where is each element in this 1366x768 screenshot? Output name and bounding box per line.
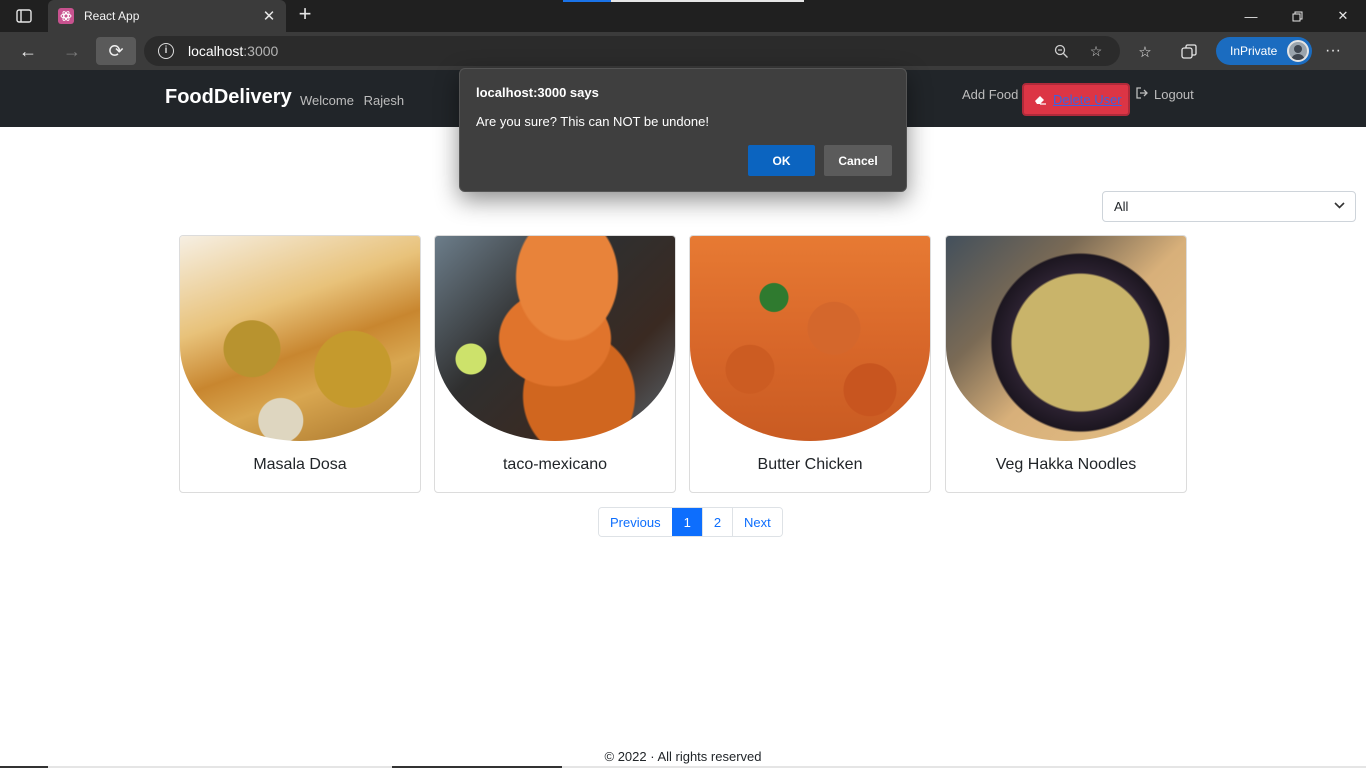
url-host: localhost bbox=[188, 43, 244, 59]
address-bar[interactable]: i localhost:3000 ☆ bbox=[144, 36, 1120, 66]
more-icon[interactable]: ··· bbox=[1325, 42, 1341, 60]
window-controls: — ✕ bbox=[1228, 0, 1366, 32]
food-title: taco-mexicano bbox=[502, 456, 608, 473]
plus-icon[interactable]: + bbox=[294, 3, 316, 26]
browser-tab-bar: React App ✕ + — ✕ bbox=[0, 0, 1366, 32]
star-plus-icon[interactable]: ☆ bbox=[1087, 42, 1105, 60]
pagination-previous[interactable]: Previous bbox=[599, 508, 672, 536]
restore-icon[interactable] bbox=[1274, 0, 1320, 32]
ok-button[interactable]: OK bbox=[748, 145, 815, 176]
food-card[interactable]: Veg Hakka Noodles bbox=[945, 235, 1187, 493]
eraser-icon bbox=[1034, 94, 1047, 105]
arrow-left-icon[interactable]: ← bbox=[13, 37, 43, 65]
delete-user-button[interactable]: Delete User bbox=[1022, 83, 1130, 116]
avatar bbox=[1287, 40, 1309, 62]
window-close-icon[interactable]: ✕ bbox=[1320, 0, 1366, 32]
tab-title: React App bbox=[84, 9, 140, 23]
food-card[interactable]: Butter Chicken bbox=[689, 235, 931, 493]
url-text[interactable]: localhost:3000 bbox=[188, 43, 278, 59]
zoom-icon[interactable] bbox=[1052, 42, 1070, 60]
welcome-message: Welcome Rajesh bbox=[300, 93, 410, 108]
inprivate-label: InPrivate bbox=[1230, 44, 1278, 58]
confirm-dialog: localhost:3000 says Are you sure? This c… bbox=[459, 68, 907, 192]
info-icon[interactable]: i bbox=[158, 43, 174, 59]
dialog-message: Are you sure? This can NOT be undone! bbox=[476, 114, 709, 129]
footer-text: © 2022 · All rights reserved bbox=[604, 749, 762, 764]
add-food-link[interactable]: Add Food bbox=[962, 87, 1018, 102]
food-title: Veg Hakka Noodles bbox=[995, 456, 1137, 473]
arrow-right-icon[interactable]: → bbox=[57, 37, 87, 65]
react-icon bbox=[58, 8, 74, 24]
food-image bbox=[946, 236, 1186, 441]
cancel-button[interactable]: Cancel bbox=[824, 145, 892, 176]
reload-icon[interactable]: ⟳ bbox=[96, 37, 136, 65]
tab-actions-icon[interactable] bbox=[10, 6, 38, 26]
food-image bbox=[690, 236, 930, 441]
chevron-down-icon bbox=[1334, 198, 1345, 212]
food-card[interactable]: taco-mexicano bbox=[434, 235, 676, 493]
user-name: Rajesh bbox=[363, 93, 405, 108]
category-select-value: All bbox=[1114, 199, 1129, 214]
pagination-next[interactable]: Next bbox=[732, 508, 782, 536]
pagination-page-1[interactable]: 1 bbox=[671, 508, 702, 536]
collections-icon[interactable] bbox=[1179, 42, 1199, 62]
delete-user-label: Delete User bbox=[1053, 92, 1122, 107]
food-card[interactable]: Masala Dosa bbox=[179, 235, 421, 493]
close-icon[interactable]: ✕ bbox=[258, 7, 280, 25]
pagination-page-2[interactable]: 2 bbox=[701, 508, 733, 536]
browser-tab[interactable]: React App ✕ bbox=[48, 0, 286, 32]
browser-toolbar: ← → ⟳ i localhost:3000 ☆ ☆ InPrivate ··· bbox=[0, 32, 1366, 70]
loading-indicator bbox=[563, 0, 804, 2]
favorites-icon[interactable]: ☆ bbox=[1135, 42, 1155, 62]
logout-link[interactable]: Logout bbox=[1136, 87, 1194, 102]
food-title: Butter Chicken bbox=[757, 456, 863, 473]
logout-label: Logout bbox=[1154, 87, 1194, 102]
pagination: Previous 1 2 Next bbox=[598, 507, 783, 537]
food-image bbox=[435, 236, 675, 441]
food-title: Masala Dosa bbox=[253, 456, 347, 473]
brand-logo[interactable]: FoodDelivery bbox=[165, 86, 292, 109]
url-port: :3000 bbox=[243, 43, 279, 59]
category-select[interactable]: All bbox=[1102, 191, 1356, 222]
inprivate-button[interactable]: InPrivate bbox=[1216, 37, 1312, 65]
dialog-title: localhost:3000 says bbox=[476, 85, 599, 100]
food-image bbox=[180, 236, 420, 441]
minimize-icon[interactable]: — bbox=[1228, 0, 1274, 32]
welcome-text: Welcome bbox=[300, 93, 354, 108]
logout-icon bbox=[1136, 87, 1148, 102]
